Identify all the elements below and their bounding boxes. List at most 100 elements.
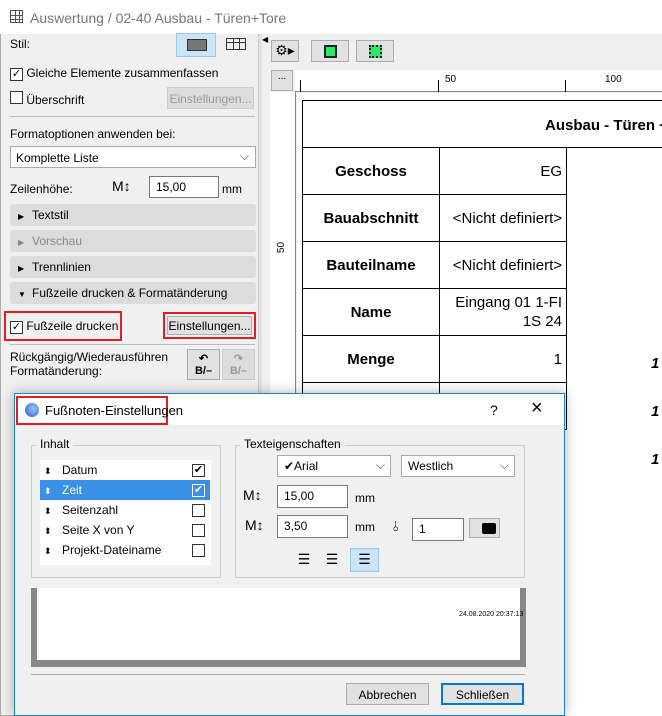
close-dialog-button[interactable]: Schließen: [441, 683, 524, 705]
chevron-down-icon: ⌵: [239, 149, 249, 163]
footer-preview: 24.08.2020 20:37:13: [31, 588, 526, 667]
zeilenhoehe-input[interactable]: 15,00: [149, 176, 219, 198]
section-trennlinien[interactable]: ▶ Trennlinien: [10, 256, 256, 278]
align-right-icon: ☰: [358, 551, 371, 567]
gleiche-checkbox[interactable]: ✓ Gleiche Elemente zusammenfassen: [10, 66, 218, 81]
collapse-panel-icon[interactable]: ◀: [262, 35, 268, 44]
section-label: Fußzeile drucken & Formatänderung: [32, 286, 228, 300]
row-header: Bauteilname: [302, 241, 440, 289]
cell-value[interactable]: EG: [439, 147, 567, 195]
line-spacing-input[interactable]: 3,50: [277, 515, 348, 538]
formatoptionen-select[interactable]: Komplette Liste ⌵: [10, 146, 256, 168]
section-fusszeile[interactable]: ▼ Fußzeile drucken & Formatänderung: [10, 282, 256, 304]
script-select[interactable]: Westlich ⌵: [401, 455, 515, 477]
row-header: Name: [302, 288, 440, 336]
horizontal-ruler: 50 100: [295, 70, 662, 92]
triangle-right-icon: ▶: [18, 212, 25, 221]
list-item-zeit[interactable]: ⬍ Zeit ✔: [40, 480, 210, 500]
undo-label: Rückgängig/Wiederausführen: [10, 350, 169, 364]
align-right-button[interactable]: ☰: [350, 548, 379, 572]
cancel-button[interactable]: Abbrechen: [346, 683, 429, 705]
align-left-icon: ☰: [297, 551, 311, 567]
ueberschrift-label: Überschrift: [26, 93, 85, 107]
text-height-unit: mm: [355, 491, 375, 505]
preview-footer-text: 24.08.2020 20:37:13: [459, 611, 524, 618]
help-button[interactable]: ?: [490, 402, 498, 418]
cell-value[interactable]: <Nicht definiert>: [439, 241, 567, 289]
section-label: Textstil: [32, 208, 69, 222]
row-header: Menge: [302, 335, 440, 383]
settings-menu-button[interactable]: ⚙▸: [271, 40, 299, 62]
fit-selection-button[interactable]: [356, 40, 394, 62]
triangle-right-icon: ▶: [18, 264, 25, 273]
undo-icon: ↶ B/–: [194, 353, 213, 377]
item-label: Datum: [62, 463, 98, 477]
section-textstil[interactable]: ▶ Textstil: [10, 204, 256, 226]
line-spacing-unit: mm: [355, 520, 375, 534]
row-height-icon: M↕: [112, 178, 131, 194]
drag-handle-icon[interactable]: ⬍: [44, 486, 62, 497]
ueberschrift-checkbox[interactable]: Überschrift: [10, 91, 84, 107]
ruler-label: 50: [445, 74, 457, 85]
ruler-options-button[interactable]: ...: [271, 70, 293, 91]
text-height-input[interactable]: 15,00: [277, 485, 348, 508]
list-item-datum[interactable]: ⬍ Datum ✔: [40, 460, 210, 480]
align-center-button[interactable]: ☰: [321, 551, 343, 571]
style-grid-filled-button[interactable]: [176, 33, 216, 57]
gear-icon: ⚙▸: [275, 42, 295, 58]
row-header: Geschoss: [302, 147, 440, 195]
item-label: Seitenzahl: [62, 503, 119, 517]
checkbox[interactable]: ✔: [192, 484, 205, 497]
drag-handle-icon[interactable]: ⬍: [44, 546, 62, 557]
list-item-seite-x-von-y[interactable]: ⬍ Seite X von Y: [40, 520, 210, 540]
triangle-down-icon: ▼: [18, 290, 26, 299]
fusszeile-checkbox[interactable]: ✓ Fußzeile drucken: [10, 319, 118, 334]
cell-value[interactable]: <Nicht definiert>: [439, 194, 567, 242]
cell-value[interactable]: Eingang 01 1-FI 1S 24: [439, 288, 567, 336]
table-icon: [10, 10, 23, 23]
triangle-right-icon: ▶: [18, 238, 25, 247]
list-item-seitenzahl[interactable]: ⬍ Seitenzahl: [40, 500, 210, 520]
grid-icon: [226, 38, 246, 50]
section-vorschau[interactable]: ▶ Vorschau: [10, 230, 256, 252]
checkbox[interactable]: [192, 524, 205, 537]
select-value: Westlich: [408, 459, 454, 473]
line-spacing-icon: M↕: [245, 517, 264, 533]
section-label: Vorschau: [32, 234, 83, 248]
redo-format-button[interactable]: ↷ B/–: [222, 349, 255, 380]
item-label: Projekt-Dateiname: [62, 543, 162, 557]
drag-handle-icon[interactable]: ⬍: [44, 526, 62, 537]
font-select[interactable]: ✔Arial ⌵: [277, 455, 391, 477]
fit-page-button[interactable]: [311, 40, 349, 62]
ueberschrift-settings-button[interactable]: Einstellungen...: [167, 87, 254, 109]
align-left-button[interactable]: ☰: [293, 551, 315, 571]
text-height-icon: M↕: [243, 487, 262, 503]
close-button[interactable]: ×: [531, 397, 543, 420]
style-grid-button[interactable]: [218, 33, 254, 57]
align-center-icon: ☰: [325, 551, 339, 567]
checkbox-icon: ✓: [10, 321, 23, 334]
pen-input[interactable]: 1: [412, 518, 464, 541]
item-label: Seite X von Y: [62, 523, 135, 537]
ruler-label: 100: [605, 74, 622, 85]
drag-handle-icon[interactable]: ⬍: [44, 506, 62, 517]
checkbox[interactable]: ✔: [192, 464, 205, 477]
chevron-down-icon: ⌵: [375, 458, 385, 472]
fussnoten-dialog: Fußnoten-Einstellungen ? × Inhalt ⬍ Datum…: [14, 393, 565, 716]
checkbox[interactable]: [192, 504, 205, 517]
cell-value: 1: [651, 403, 660, 420]
checkbox[interactable]: [192, 544, 205, 557]
pen-color-button[interactable]: [469, 518, 500, 538]
cell-value[interactable]: 1: [439, 335, 567, 383]
drag-handle-icon[interactable]: ⬍: [44, 466, 62, 477]
window-title: Auswertung / 02-40 Ausbau - Türen+Tore: [30, 10, 287, 26]
select-value: Komplette Liste: [16, 151, 99, 165]
zeilenhoehe-unit: mm: [222, 182, 242, 196]
texteigenschaften-label: Texteigenschaften: [240, 437, 345, 451]
list-item-projekt-dateiname[interactable]: ⬍ Projekt-Dateiname: [40, 540, 210, 560]
fusszeile-label: Fußzeile drucken: [26, 319, 119, 333]
undo-format-button[interactable]: ↶ B/–: [187, 349, 220, 380]
green-square-icon: [324, 45, 337, 58]
fusszeile-settings-button[interactable]: Einstellungen...: [167, 316, 252, 335]
checkbox-icon: [10, 91, 23, 104]
